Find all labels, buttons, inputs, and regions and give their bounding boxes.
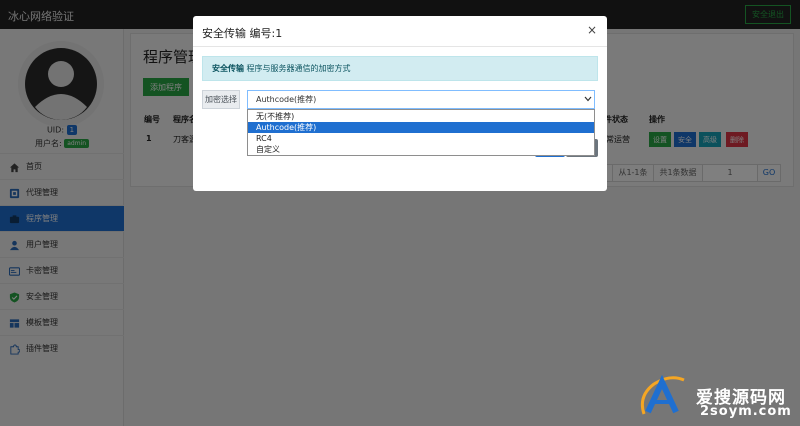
option-custom[interactable]: 自定义 <box>248 144 594 155</box>
option-authcode[interactable]: Authcode(推荐) <box>248 122 594 133</box>
encryption-select[interactable]: Authcode(推荐) <box>247 90 595 109</box>
info-alert: 安全传输 程序与服务器通信的加密方式 <box>202 56 598 81</box>
watermark-subtitle: 2soym.com <box>700 404 792 419</box>
watermark-logo-icon <box>640 374 685 415</box>
close-icon[interactable]: × <box>587 23 597 37</box>
encryption-label: 加密选择 <box>202 90 240 109</box>
option-rc4[interactable]: RC4 <box>248 133 594 144</box>
chevron-down-icon <box>584 96 592 102</box>
alert-text: 程序与服务器通信的加密方式 <box>246 64 351 73</box>
alert-strong: 安全传输 <box>212 64 244 73</box>
modal-header: 安全传输 编号:1 × <box>193 16 607 47</box>
option-none[interactable]: 无(不推荐) <box>248 111 594 122</box>
encryption-options-list: 无(不推荐) Authcode(推荐) RC4 自定义 <box>247 109 595 156</box>
modal-title: 安全传输 编号:1 <box>202 27 283 40</box>
